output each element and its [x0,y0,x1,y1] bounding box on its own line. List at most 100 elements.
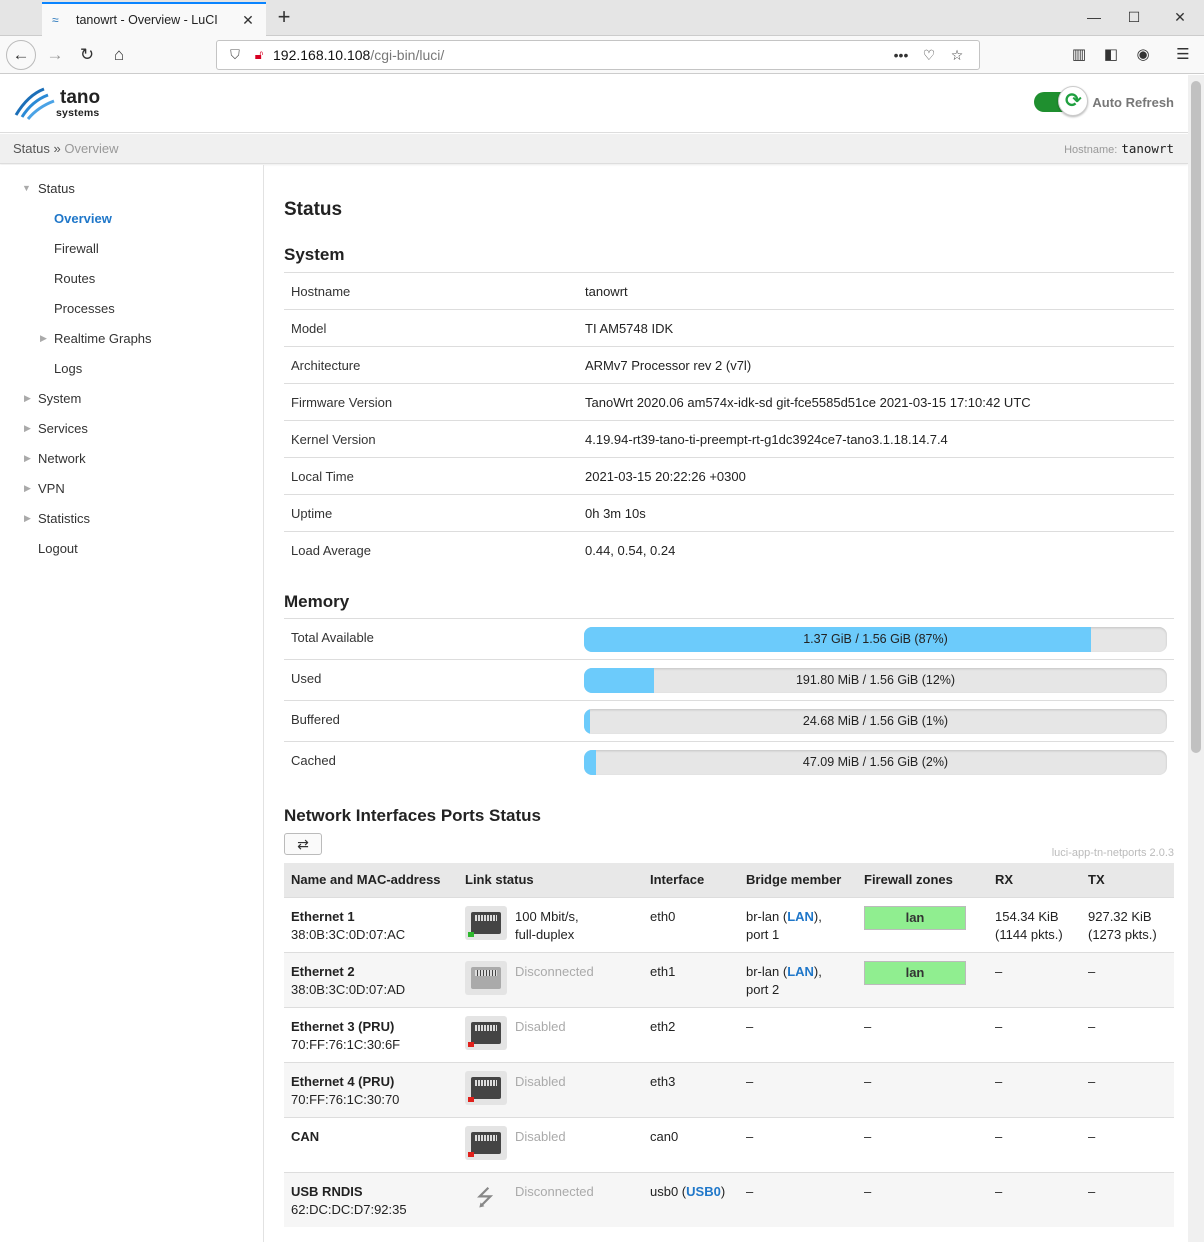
tx-bytes: – [1088,1129,1096,1144]
interface-link[interactable]: USB0 [686,1184,721,1199]
firewall-zone-badge[interactable]: lan [864,961,966,985]
system-row-key: Uptime [291,506,333,521]
ethernet-port-socket [471,1022,501,1044]
caret-down-icon[interactable]: ▼ [22,183,31,193]
browser-tab[interactable]: ≈ tanowrt - Overview - LuCI ✕ [42,2,266,36]
home-button[interactable]: ⌂ [104,40,134,70]
sidebar-item-firewall[interactable]: Firewall [54,241,99,256]
firewall-zone-badge[interactable]: lan [864,906,966,930]
forward-button[interactable]: → [40,40,70,70]
system-row-key: Firmware Version [291,395,393,410]
bridge-name: – [746,1129,754,1144]
caret-right-icon[interactable]: ▶ [24,483,31,494]
new-tab-button[interactable]: + [272,4,296,30]
sidebar-item-processes[interactable]: Processes [54,301,115,316]
rx-bytes: – [995,964,1003,979]
caret-right-icon[interactable]: ▶ [40,333,47,344]
port-name: Ethernet 1 [291,909,355,924]
maximize-window-button[interactable]: ☐ [1112,0,1156,34]
link-status-line1: Disconnected [515,1184,594,1199]
sidebar-item-status[interactable]: Status [38,181,75,196]
ethernet-port-socket [471,1077,501,1099]
port-row: Ethernet 4 (PRU) 70:FF:76:1C:30:70 Disable… [284,1062,1174,1117]
port-link-status: Disconnected [515,1183,594,1201]
auto-refresh-toggle[interactable]: ⟳ [1034,86,1089,116]
port-name-cell: Ethernet 1 38:0B:3C:0D:07:AC [291,908,405,944]
close-window-button[interactable]: ✕ [1158,0,1202,34]
sidebar-toggle-icon[interactable]: ◧ [1099,44,1123,66]
link-status-line2: full-duplex [515,927,575,942]
sidebar-item-realtime-graphs[interactable]: Realtime Graphs [54,331,152,346]
firewall-zone-empty: – [864,1129,872,1144]
pocket-icon[interactable]: ♡ [915,47,943,64]
system-row: Model TI AM5748 IDK [284,309,1174,346]
col-rx: RX [995,872,1014,887]
memory-progress-bar: 1.37 GiB / 1.56 GiB (87%) [584,627,1167,652]
caret-right-icon[interactable]: ▶ [24,423,31,434]
sidebar-item-vpn[interactable]: VPN [38,481,65,496]
system-row: Kernel Version 4.19.94-rt39-tano-ti-preem… [284,420,1174,457]
bridge-link[interactable]: LAN [787,964,814,979]
interface-suffix: ) [720,1184,726,1199]
hostname-label: Hostname: [1064,144,1118,156]
tano-logo[interactable]: tano systems [14,85,124,123]
account-icon[interactable]: ◉ [1131,44,1155,66]
back-button[interactable]: ← [6,40,36,70]
insecure-lock-icon[interactable]: 🔓︎ [249,47,269,63]
sidebar-item-logs[interactable]: Logs [54,361,82,376]
sidebar-item-statistics[interactable]: Statistics [38,511,90,526]
port-tx: – [1088,963,1095,981]
system-row-key: Hostname [291,284,351,299]
caret-right-icon[interactable]: ▶ [24,453,31,464]
system-row-value: 2021-03-15 20:22:26 +0300 [585,469,746,484]
sidebar-item-overview[interactable]: Overview [54,211,112,226]
memory-progress-bar: 47.09 MiB / 1.56 GiB (2%) [584,750,1167,775]
col-tx: TX [1088,872,1105,887]
breadcrumb-current: Overview [64,141,119,156]
sidebar-item-routes[interactable]: Routes [54,271,95,286]
menu-icon[interactable]: ☰ [1171,44,1195,66]
shield-icon[interactable]: ⛉ [225,47,245,63]
port-name-cell: Ethernet 4 (PRU) 70:FF:76:1C:30:70 [291,1073,399,1109]
tx-bytes: – [1088,964,1096,979]
col-link-status: Link status [465,872,534,887]
system-row: Architecture ARMv7 Processor rev 2 (v7l) [284,346,1174,383]
page-title: Status [284,199,343,220]
system-row-key: Load Average [291,543,371,558]
page-scrollbar[interactable] [1188,75,1204,1242]
ports-refresh-button[interactable]: ⇄ [284,833,322,855]
page-actions-icon[interactable]: ••• [887,47,915,63]
port-row: CAN Disabled can0 – – – – [284,1117,1174,1172]
system-row-key: Kernel Version [291,432,376,447]
port-link-status: Disabled [515,1018,566,1036]
port-link-status: 100 Mbit/s, full-duplex [515,908,579,944]
link-status-line1: Disabled [515,1074,566,1089]
interface-name: usb0 ( [650,1184,687,1199]
port-rx: – [995,1018,1002,1036]
close-tab-icon[interactable]: ✕ [240,12,256,29]
breadcrumb-status[interactable]: Status [13,141,50,156]
scrollbar-thumb[interactable] [1191,81,1201,753]
sidebar-item-network[interactable]: Network [38,451,86,466]
sidebar-item-logout[interactable]: Logout [38,541,78,556]
caret-right-icon[interactable]: ▶ [24,393,31,404]
ethernet-port-icon [465,1126,507,1160]
bookmark-star-icon[interactable]: ☆ [943,47,971,64]
minimize-window-button[interactable]: — [1072,0,1116,34]
sidebar-item-services[interactable]: Services [38,421,88,436]
interface-name: eth0 [650,909,676,924]
auto-refresh-control[interactable]: ⟳ Auto Refresh [1034,86,1174,116]
port-row: USB RNDIS 62:DC:DC:D7:92:35 ⭍ Disconnected u… [284,1172,1174,1227]
bridge-suffix: ), [813,964,822,979]
bridge-link[interactable]: LAN [787,909,814,924]
library-icon[interactable]: ▥ [1067,44,1091,66]
caret-right-icon[interactable]: ▶ [24,513,31,524]
url-bar[interactable]: ⛉ 🔓︎ 192.168.10.108/cgi-bin/luci/ ••• ♡ … [216,40,980,70]
reload-button[interactable]: ↻ [72,40,102,70]
bridge-name: – [746,1074,754,1089]
logo-text-systems: systems [56,107,100,119]
port-bridge-member: – [746,1073,753,1091]
sidebar-item-system[interactable]: System [38,391,81,406]
port-rx: – [995,963,1002,981]
system-row-key: Model [291,321,327,336]
